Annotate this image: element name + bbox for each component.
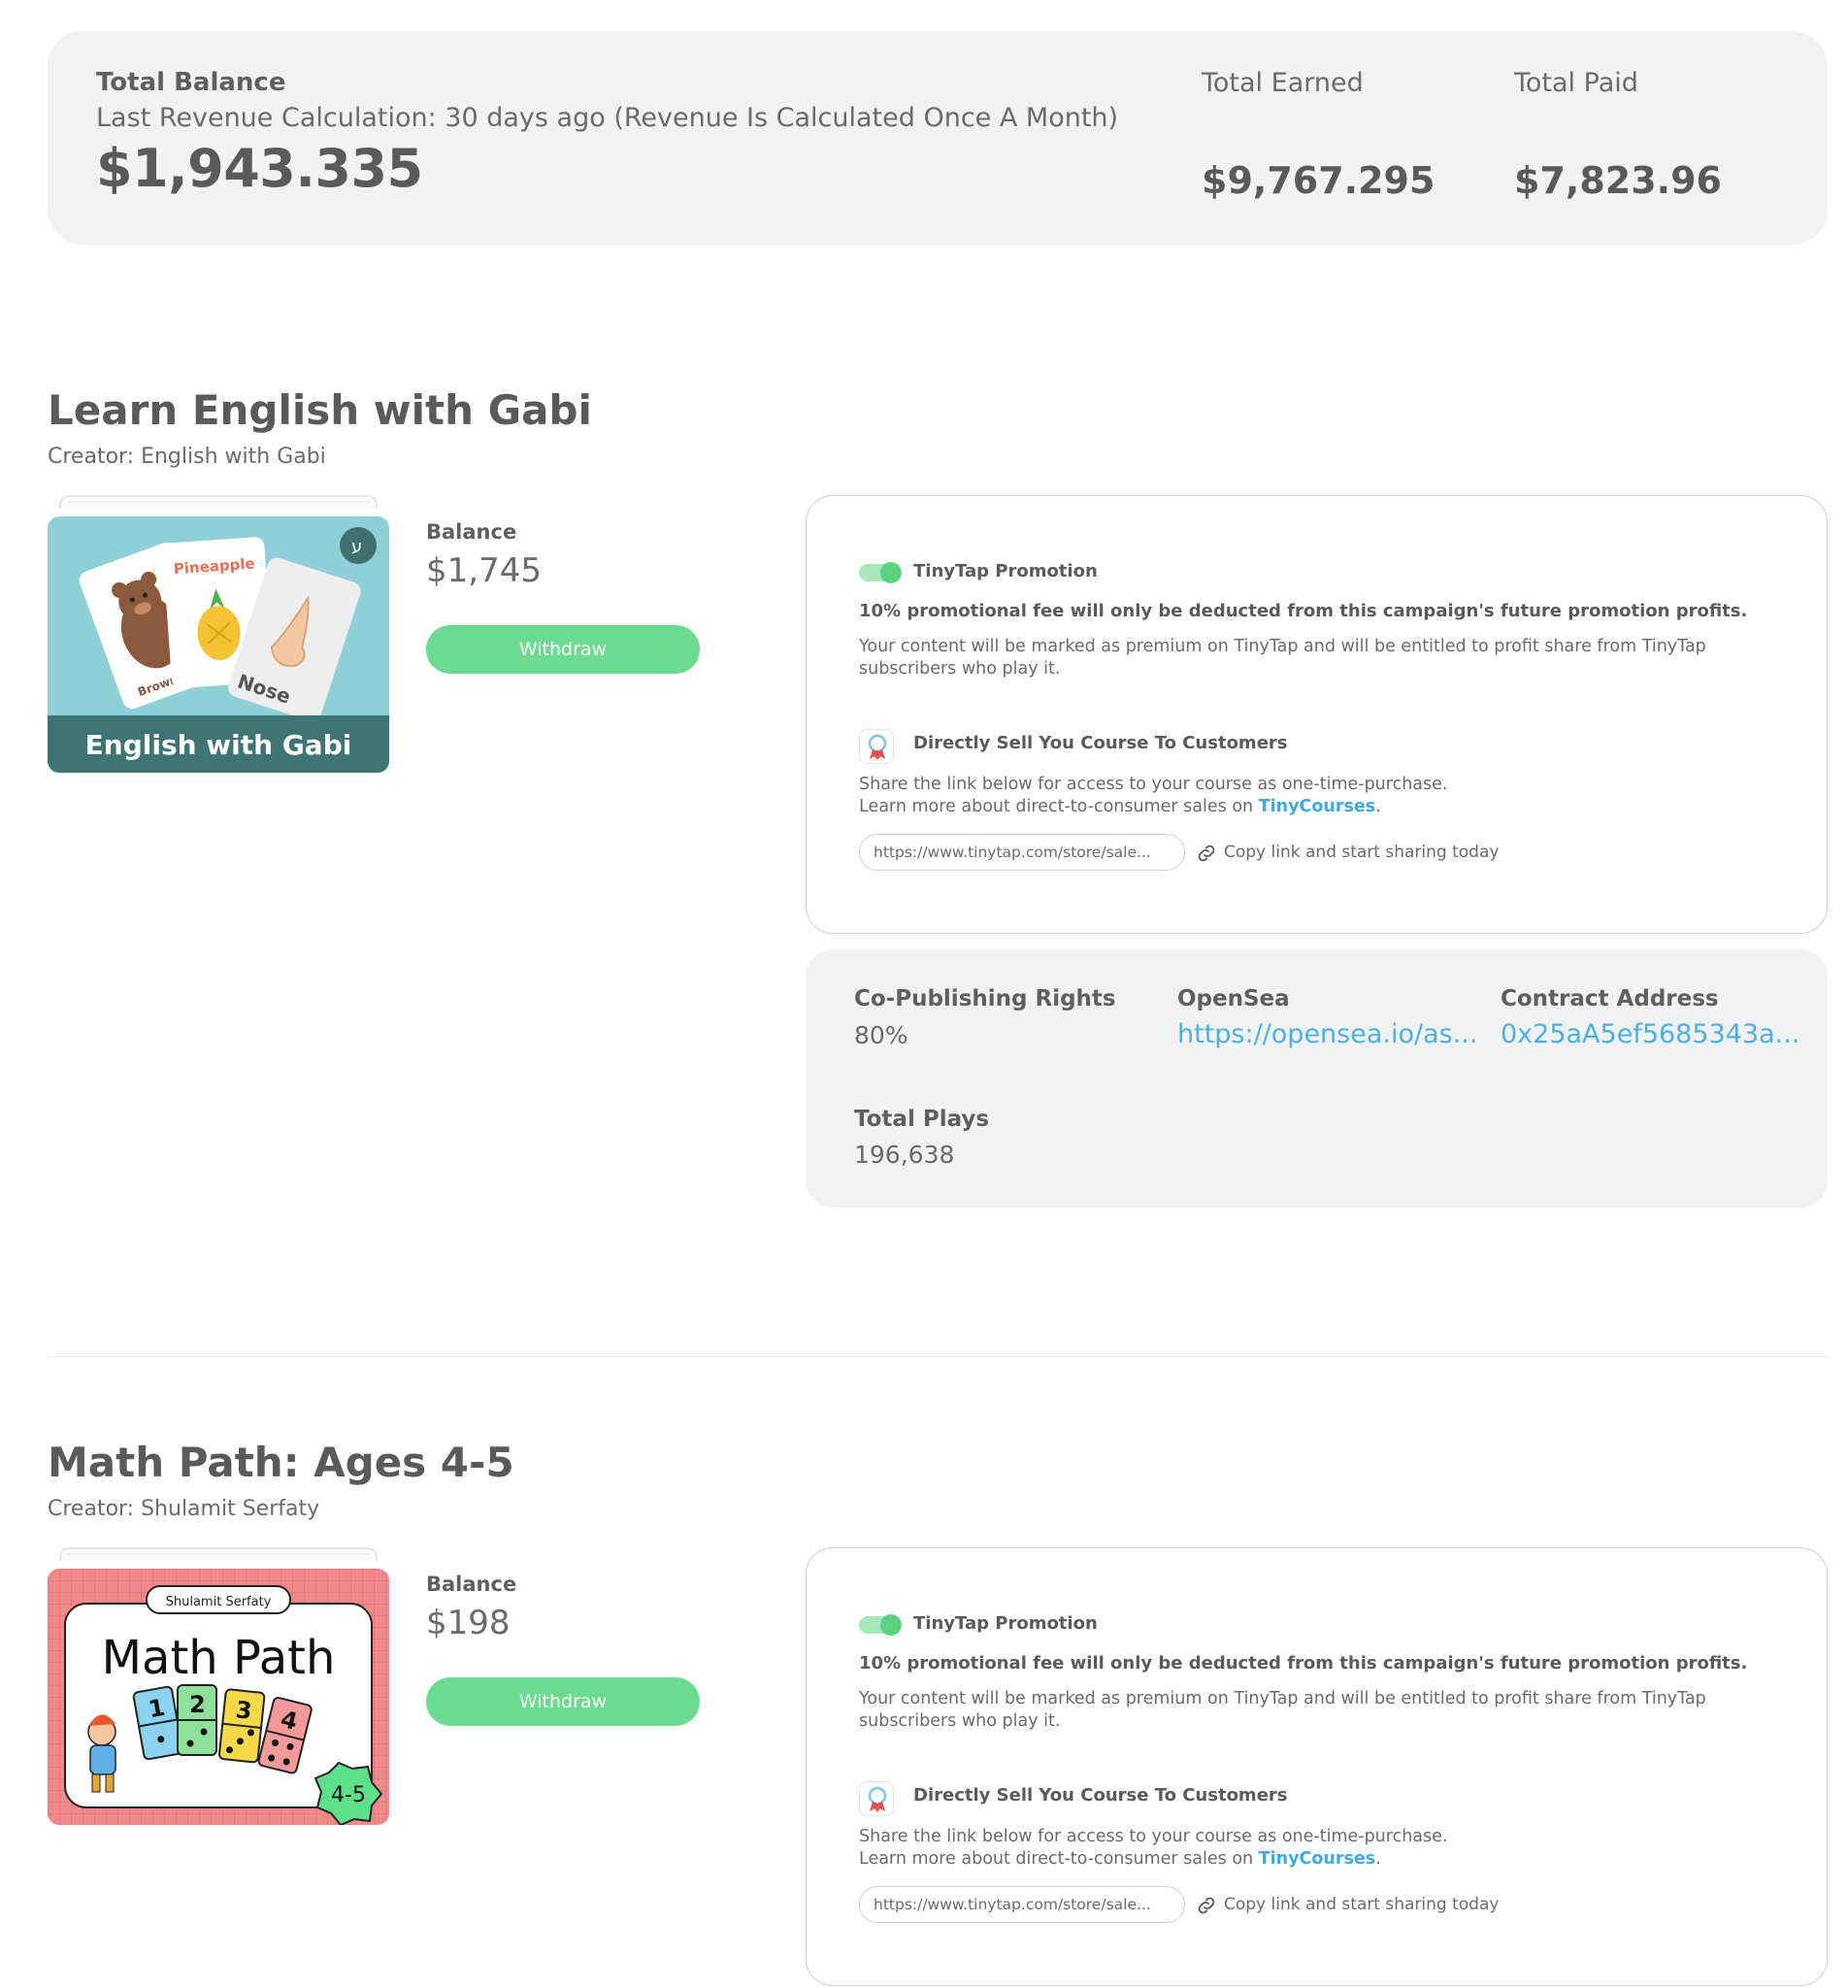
direct-sell-description: Share the link below for access to your …	[859, 774, 1732, 818]
link-icon[interactable]	[1195, 1894, 1218, 1917]
promotion-fee-note: 10% promotional fee will only be deducte…	[859, 601, 1748, 621]
math-cover-illustration: Shulamit Serfaty Math Path 1 2 3 4 4-5	[48, 1569, 389, 1825]
balance-value: $198	[426, 1604, 511, 1642]
tinycourses-link[interactable]: TinyCourses	[1259, 797, 1375, 816]
contract-address-label: Contract Address	[1501, 986, 1719, 1011]
total-balance-label: Total Balance	[96, 68, 286, 97]
campaign-cover[interactable]: Brown Bear Pineapple Nose ע	[48, 495, 389, 773]
share-url-field[interactable]	[859, 834, 1185, 871]
rights-card: Co-Publishing Rights 80% OpenSea https:/…	[806, 949, 1828, 1208]
opensea-link[interactable]: https://opensea.io/as...	[1177, 1019, 1477, 1049]
cover-image: Brown Bear Pineapple Nose ע	[48, 516, 389, 773]
promotion-fee-note: 10% promotional fee will only be deducte…	[859, 1653, 1748, 1673]
balance-label: Balance	[426, 1573, 517, 1596]
promotion-title: TinyTap Promotion	[913, 561, 1098, 581]
cover-image: Shulamit Serfaty Math Path 1 2 3 4 4-5	[48, 1569, 389, 1825]
direct-sell-title: Directly Sell You Course To Customers	[913, 733, 1288, 753]
english-cover-illustration: Brown Bear Pineapple Nose ע	[48, 516, 389, 773]
copublishing-value: 80%	[854, 1021, 908, 1049]
total-plays-value: 196,638	[854, 1141, 955, 1169]
domino-digit: 3	[234, 1696, 253, 1725]
balance-label: Balance	[426, 520, 517, 544]
promotion-card: TinyTap Promotion 10% promotional fee wi…	[806, 1547, 1828, 1986]
copy-link-text[interactable]: Copy link and start sharing today	[1224, 1895, 1499, 1914]
campaign-creator: Creator: Shulamit Serfaty	[48, 1497, 320, 1521]
cover-author: Shulamit Serfaty	[166, 1595, 272, 1609]
last-revenue-calculation: Last Revenue Calculation: 30 days ago (R…	[96, 103, 1119, 133]
withdraw-button[interactable]: Withdraw	[426, 625, 700, 674]
campaign-title: Math Path: Ages 4-5	[48, 1439, 514, 1486]
promotion-toggle[interactable]	[859, 1614, 902, 1636]
promotion-card: TinyTap Promotion 10% promotional fee wi…	[806, 495, 1828, 934]
cover-badge-letter: ע	[351, 537, 362, 557]
campaign-section: Learn English with Gabi Creator: English…	[48, 386, 1828, 1221]
total-earned-label: Total Earned	[1202, 68, 1364, 98]
balance-summary-card: Total Balance Last Revenue Calculation: …	[48, 31, 1828, 245]
direct-sell-line2-text: Learn more about direct-to-consumer sale…	[859, 1849, 1259, 1869]
direct-sell-line2-text: Learn more about direct-to-consumer sale…	[859, 797, 1259, 816]
tinycourses-link[interactable]: TinyCourses	[1259, 1849, 1375, 1869]
domino-digit: 2	[189, 1691, 206, 1718]
contract-address-link[interactable]: 0x25aA5ef5685343a...	[1501, 1019, 1799, 1049]
award-ribbon-icon	[859, 729, 894, 764]
cover-title: Math Path	[102, 1631, 336, 1685]
award-ribbon-icon	[859, 1781, 894, 1816]
section-divider	[48, 1356, 1828, 1357]
campaign-cover[interactable]: Shulamit Serfaty Math Path 1 2 3 4 4-5	[48, 1547, 389, 1825]
share-url-field[interactable]	[859, 1886, 1185, 1923]
direct-sell-line2: Learn more about direct-to-consumer sale…	[859, 797, 1381, 816]
total-paid-value: $7,823.96	[1514, 159, 1722, 202]
campaign-section: Math Path: Ages 4-5 Creator: Shulamit Se…	[48, 1439, 1828, 1988]
promotion-description: Your content will be marked as premium o…	[859, 1689, 1706, 1731]
campaign-title: Learn English with Gabi	[48, 386, 592, 434]
cover-title: English with Gabi	[85, 729, 352, 761]
promotion-toggle[interactable]	[859, 562, 902, 583]
campaign-creator: Creator: English with Gabi	[48, 445, 326, 469]
direct-sell-title: Directly Sell You Course To Customers	[913, 1785, 1288, 1806]
direct-sell-line2: Learn more about direct-to-consumer sale…	[859, 1849, 1381, 1869]
promotion-description: Your content will be marked as premium o…	[859, 637, 1706, 679]
link-icon[interactable]	[1195, 842, 1218, 865]
opensea-label: OpenSea	[1177, 986, 1290, 1011]
copy-link-text[interactable]: Copy link and start sharing today	[1224, 843, 1499, 862]
withdraw-button[interactable]: Withdraw	[426, 1677, 700, 1726]
total-earned-value: $9,767.295	[1202, 159, 1436, 202]
direct-sell-line1: Share the link below for access to your …	[859, 1827, 1448, 1846]
total-balance-value: $1,943.335	[96, 138, 423, 199]
total-plays-label: Total Plays	[854, 1107, 990, 1132]
balance-value: $1,745	[426, 551, 542, 590]
copublishing-label: Co-Publishing Rights	[854, 986, 1116, 1011]
direct-sell-line1: Share the link below for access to your …	[859, 775, 1448, 794]
promotion-title: TinyTap Promotion	[913, 1613, 1098, 1634]
total-paid-label: Total Paid	[1514, 68, 1638, 98]
cover-age-badge: 4-5	[331, 1783, 366, 1807]
direct-sell-description: Share the link below for access to your …	[859, 1826, 1732, 1871]
